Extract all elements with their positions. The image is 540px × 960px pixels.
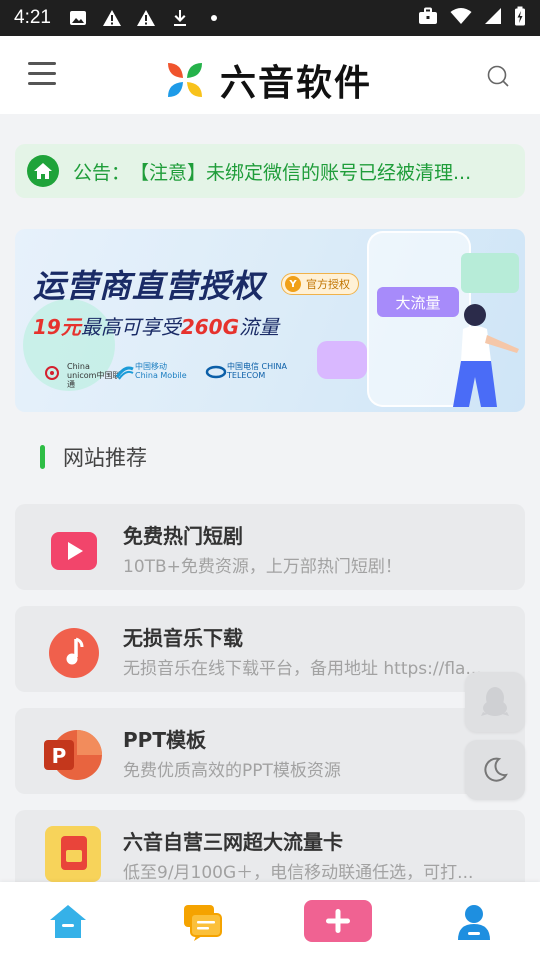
image-icon — [67, 7, 89, 29]
app-logo-icon — [168, 63, 202, 97]
item-desc: 无损音乐在线下载平台，备用地址 https://fla... — [123, 659, 482, 679]
svg-text:P: P — [52, 744, 67, 768]
badge-label: 官方授权 — [306, 278, 350, 291]
nav-home-button[interactable] — [48, 902, 88, 942]
banner-suffix: 流量 — [239, 315, 280, 339]
item-title: PPT模板 — [123, 728, 206, 752]
menu-line — [28, 82, 56, 85]
chat-icon — [184, 905, 222, 941]
add-icon — [326, 909, 350, 933]
play-icon — [47, 524, 101, 578]
carrier-mobile: 中国移动 China Mobile — [115, 362, 187, 381]
list-item[interactable]: 免费热门短剧 10TB+免费资源，上万部热门短剧！ — [15, 504, 525, 590]
home-icon — [50, 905, 86, 938]
add-button[interactable] — [304, 900, 372, 942]
moon-icon — [484, 757, 508, 782]
chat-bubble-illustration — [317, 341, 367, 379]
carrier-mobile-name: 中国移动 China Mobile — [135, 362, 187, 380]
banner-amount: 260G — [180, 315, 240, 339]
app-header: 六音软件 — [0, 36, 540, 114]
powerpoint-icon: P — [43, 728, 102, 782]
person-illustration — [453, 304, 519, 407]
wifi-icon — [450, 7, 472, 29]
briefcase-icon — [418, 7, 438, 29]
banner-price: 19元 — [33, 315, 81, 339]
item-title: 免费热门短剧 — [123, 524, 243, 548]
notice-label: 公告： — [73, 161, 131, 184]
sim-card-icon — [43, 824, 103, 884]
battery-icon — [514, 6, 526, 30]
music-note-icon — [47, 626, 101, 680]
item-desc: 免费优质高效的PPT模板资源 — [123, 761, 341, 781]
home-icon — [27, 155, 59, 187]
status-time: 4:21 — [14, 7, 51, 28]
nav-messages-button[interactable] — [182, 902, 222, 942]
mobile-logo-icon — [115, 366, 134, 380]
menu-line — [28, 62, 56, 65]
brand: 六音软件 — [166, 54, 372, 106]
dot-icon — [203, 7, 225, 29]
banner-headline: 运营商直营授权 — [33, 267, 265, 305]
item-title: 六音自营三网超大流量卡 — [123, 830, 343, 854]
notice-bar[interactable]: 公告： 【注意】未绑定微信的账号已经被清理... — [15, 144, 525, 198]
menu-button[interactable] — [28, 62, 56, 86]
bottom-nav — [0, 882, 540, 960]
item-title: 无损音乐下载 — [123, 626, 243, 650]
status-bar: 4:21 — [0, 0, 540, 36]
app-title: 六音软件 — [220, 63, 373, 104]
unicom-logo-icon — [45, 366, 59, 381]
badge-icon: Y — [285, 276, 301, 292]
carrier-telecom: 中国电信 CHINA TELECOM — [205, 362, 287, 381]
notice-text: 【注意】未绑定微信的账号已经被清理... — [130, 161, 472, 184]
qq-icon — [481, 687, 509, 716]
carrier-unicom-name: China unicom中国联通 — [67, 362, 121, 389]
user-icon — [458, 905, 490, 940]
carrier-telecom-name: 中国电信 CHINA TELECOM — [227, 362, 287, 380]
promo-banner[interactable]: 大流量 运营商直营授权 Y 官方授权 19元最高可享受260G流量 China … — [15, 229, 525, 412]
dark-mode-button[interactable] — [465, 740, 525, 800]
carrier-unicom: China unicom中国联通 — [37, 362, 121, 389]
card-illustration — [461, 253, 519, 293]
section-title: 网站推荐 — [63, 446, 147, 470]
qq-button[interactable] — [465, 672, 525, 732]
item-desc: 低至9/月100G＋，电信移动联通任选，可打... — [123, 863, 474, 883]
search-icon — [487, 65, 509, 87]
official-badge: Y 官方授权 — [281, 273, 359, 295]
search-button[interactable] — [486, 64, 510, 88]
item-desc: 10TB+免费资源，上万部热门短剧！ — [123, 557, 402, 577]
banner-mid: 最高可享受 — [80, 315, 181, 339]
list-item[interactable]: P PPT模板 免费优质高效的PPT模板资源 — [15, 708, 525, 794]
menu-line — [28, 72, 56, 75]
section-accent-bar — [40, 445, 45, 469]
telecom-logo-icon — [205, 365, 227, 379]
list-item[interactable]: 无损音乐下载 无损音乐在线下载平台，备用地址 https://fla... — [15, 606, 525, 692]
download-icon — [169, 7, 191, 29]
signal-icon — [484, 7, 502, 29]
banner-subheadline: 19元最高可享受260G流量 — [33, 311, 279, 340]
section-header: 网站推荐 — [40, 442, 147, 472]
warning-icon — [101, 7, 123, 29]
nav-profile-button[interactable] — [454, 902, 494, 942]
warning-icon — [135, 7, 157, 29]
